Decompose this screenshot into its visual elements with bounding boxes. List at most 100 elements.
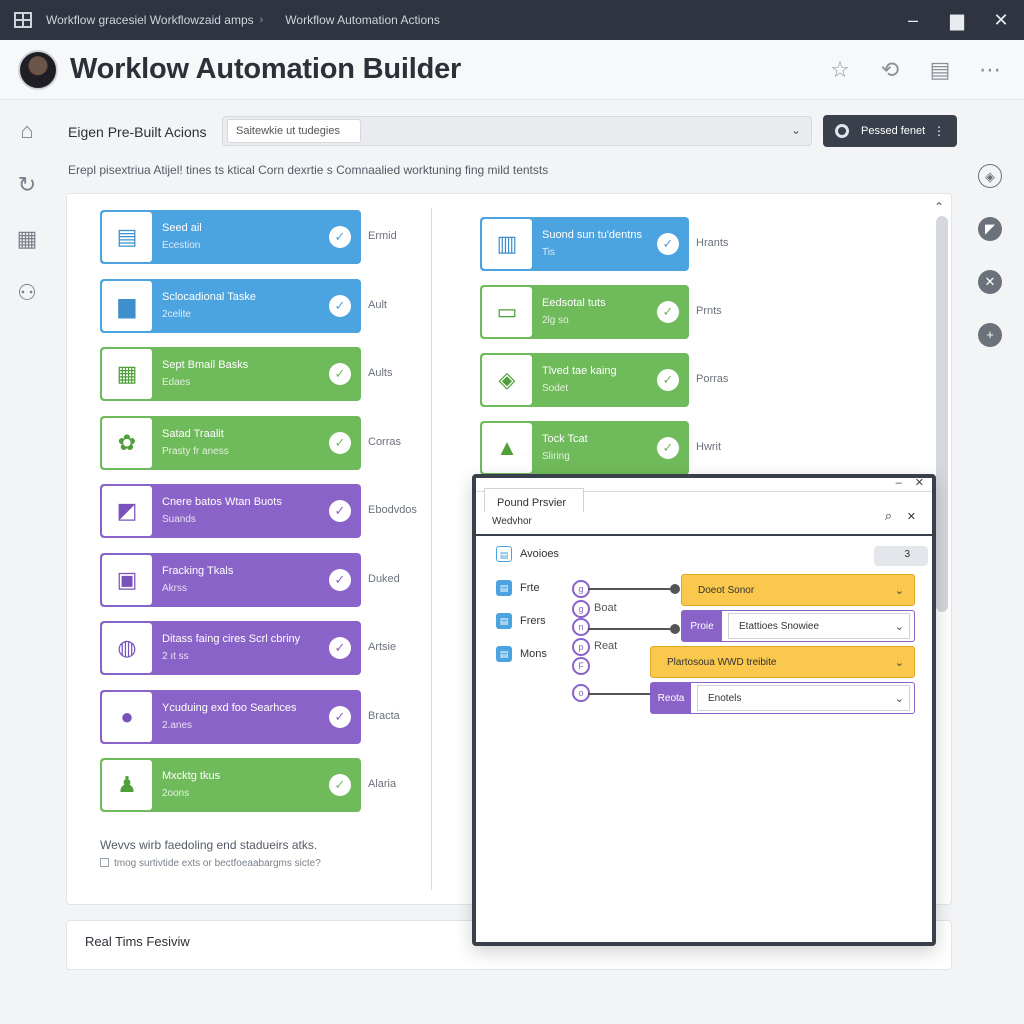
refresh-icon[interactable]: ⟲ xyxy=(878,57,902,83)
chevron-up-icon[interactable]: ⌃ xyxy=(934,200,944,214)
check-icon[interactable]: ✓ xyxy=(657,437,679,459)
preview-list-label: Mons xyxy=(520,648,547,660)
card-side-label: Duked xyxy=(368,572,400,585)
window-tab-2[interactable]: Workflow Automation Actions xyxy=(285,13,440,27)
workflow-node[interactable]: n xyxy=(572,618,590,636)
preview-list-item[interactable]: ▤ Frte xyxy=(496,580,540,596)
preview-list-item[interactable]: ▤ Mons xyxy=(496,646,547,662)
check-icon[interactable]: ✓ xyxy=(329,705,351,728)
check-icon[interactable]: ✓ xyxy=(329,294,351,317)
card-title: Satad Traalit xyxy=(162,427,224,440)
chevron-down-icon[interactable]: ⌄ xyxy=(895,692,904,705)
more-vertical-icon[interactable]: ⋮ xyxy=(933,124,945,138)
scrollbar[interactable] xyxy=(936,216,948,612)
workflow-step[interactable]: Reota Enotels ⌄ xyxy=(650,682,915,714)
card-text: Ditass faing cires Scrl cbriny 2 ıt ss xyxy=(162,632,329,664)
search-input[interactable]: Saitewkie ut tudegies xyxy=(227,119,361,143)
card-text: Tlved tae kaing Sodet xyxy=(542,364,657,396)
count-badge[interactable]: 3 xyxy=(874,546,928,566)
grid-icon[interactable] xyxy=(14,12,32,28)
card-subtitle: 2.anes xyxy=(162,719,193,731)
check-icon[interactable]: ✓ xyxy=(657,369,679,391)
check-icon[interactable]: ✓ xyxy=(329,568,351,591)
check-icon[interactable]: ✓ xyxy=(329,226,351,248)
preview-list-item[interactable]: ▤ Avoioes xyxy=(496,546,559,562)
close-icon[interactable]: ✕ xyxy=(992,10,1010,31)
chevron-down-icon[interactable]: ⌄ xyxy=(895,620,904,633)
check-icon[interactable]: ✓ xyxy=(329,500,351,522)
action-card[interactable]: ▦ Sept Bmail Basks Edaes ✓ xyxy=(100,347,361,401)
workflow-step[interactable]: Proie Etattioes Snowiee ⌄ xyxy=(681,610,915,642)
connector-dot[interactable] xyxy=(670,624,680,634)
home-icon[interactable]: ⌂ xyxy=(14,118,40,144)
action-card[interactable]: ◍ Ditass faing cires Scrl cbriny 2 ıt ss ✓ xyxy=(100,621,361,675)
action-card[interactable]: ✿ Satad Traalit Prasty fr aness ✓ xyxy=(100,415,361,470)
primary-button[interactable]: Pessed fenet ⋮ xyxy=(823,115,957,147)
action-card[interactable]: ▤ Seed ail Ecestion ✓ xyxy=(100,210,361,264)
footer-note-secondary: tmog surtivtide exts or bectfoeaabargms … xyxy=(100,858,321,869)
workflow-step-field[interactable]: Etattioes Snowiee xyxy=(728,613,910,639)
action-card[interactable]: ▆ Sclocadional Taske 2celite ✓ xyxy=(100,278,361,333)
card-side-label: Bracta xyxy=(368,709,400,722)
avatar[interactable] xyxy=(18,49,58,90)
lock-icon[interactable]: ▆ xyxy=(948,10,966,31)
history-icon[interactable]: ↻ xyxy=(14,172,40,198)
workflow-step-field[interactable]: Enotels xyxy=(697,685,910,711)
action-card[interactable]: ◩ Cnere batos Wtan Buots Suands ✓ xyxy=(100,484,361,538)
minimize-icon[interactable]: – xyxy=(896,477,902,489)
chevron-down-icon[interactable]: ⌄ xyxy=(895,584,904,597)
workflow-node[interactable]: p xyxy=(572,638,590,656)
star-icon[interactable]: ☆ xyxy=(828,57,852,83)
card-title: Tlved tae kaing xyxy=(542,365,617,377)
check-icon[interactable]: ✓ xyxy=(329,637,351,659)
check-icon[interactable]: ✓ xyxy=(329,774,351,796)
board-icon[interactable]: ▦ xyxy=(14,226,40,252)
workflow-node[interactable]: g xyxy=(572,600,590,618)
action-card[interactable]: ▭ Eedsotal tuts 2lg so ✓ xyxy=(480,285,689,339)
right-rail: ◈ ◤ ✕ + xyxy=(978,164,1006,376)
window-tab-1[interactable]: Workflow gracesiel Workflowzaid amps xyxy=(46,13,254,27)
action-card[interactable]: ● Ycuduing exd foo Searhces 2.anes ✓ xyxy=(100,689,361,744)
checkbox[interactable] xyxy=(100,858,109,867)
check-icon[interactable]: ✓ xyxy=(657,301,679,323)
check-icon[interactable]: ✓ xyxy=(329,363,351,385)
close-circle-icon[interactable]: ✕ xyxy=(978,270,1002,294)
card-side-label: Corras xyxy=(368,435,402,448)
action-card[interactable]: ▣ Fracking Tkals Akrss ✓ xyxy=(100,552,361,607)
more-icon[interactable]: ⋯ xyxy=(978,57,1002,83)
card-title: Tock Tcat xyxy=(542,433,588,445)
add-circle-icon[interactable]: + xyxy=(978,323,1002,347)
list-icon: ▤ xyxy=(496,546,512,562)
clipboard-icon: ▦ xyxy=(102,349,152,399)
check-icon[interactable]: ✓ xyxy=(329,431,351,454)
preview-list-item[interactable]: ▤ Frers xyxy=(496,613,546,629)
action-card[interactable]: ◈ Tlved tae kaing Sodet ✓ xyxy=(480,353,689,407)
check-icon[interactable]: ✓ xyxy=(657,233,679,255)
primary-button-label: Pessed fenet xyxy=(861,125,926,137)
minimize-icon[interactable]: – xyxy=(904,10,922,31)
connector-dot[interactable] xyxy=(670,584,680,594)
calendar-icon[interactable]: ▤ xyxy=(928,57,952,83)
close-icon[interactable]: ✕ xyxy=(915,477,924,489)
workflow-step[interactable]: Doeot Sonor ⌄ xyxy=(681,574,915,606)
compass-icon[interactable]: ◤ xyxy=(978,217,1002,241)
preview-tab[interactable]: Pound Prsvier xyxy=(484,488,584,512)
action-card[interactable]: ▥ Suond sun tu'dentns Tis ✓ xyxy=(480,217,689,271)
users-icon[interactable]: ⚇ xyxy=(14,280,40,306)
card-title: Ycuduing exd foo Searhces xyxy=(162,701,297,714)
footer-note: Wevvs wirb faedoling end stadueirs atks. xyxy=(100,838,318,852)
action-card[interactable]: ▲ Tock Tcat Sliring ✓ xyxy=(480,421,689,475)
action-card[interactable]: ♟ Mxcktg tkus 2oons ✓ xyxy=(100,758,361,812)
close-icon[interactable]: ✕ xyxy=(907,510,916,523)
card-side-label: Hwrit xyxy=(696,441,722,453)
search-icon[interactable]: ⌕ xyxy=(885,508,892,524)
search-dropdown[interactable]: Saitewkie ut tudegies ⌄ xyxy=(222,116,812,146)
package-icon[interactable]: ◈ xyxy=(978,164,1002,188)
list-icon: ▤ xyxy=(496,613,512,629)
workflow-node[interactable]: F xyxy=(572,657,590,675)
card-title: Suond sun tu'dentns xyxy=(542,229,642,241)
chevron-down-icon[interactable]: ⌄ xyxy=(895,656,904,669)
workflow-step[interactable]: Plartosoua WWD treibite ⌄ xyxy=(650,646,915,678)
chevron-down-icon[interactable]: ⌄ xyxy=(791,123,801,137)
page-title: Worklow Automation Builder xyxy=(70,53,462,85)
